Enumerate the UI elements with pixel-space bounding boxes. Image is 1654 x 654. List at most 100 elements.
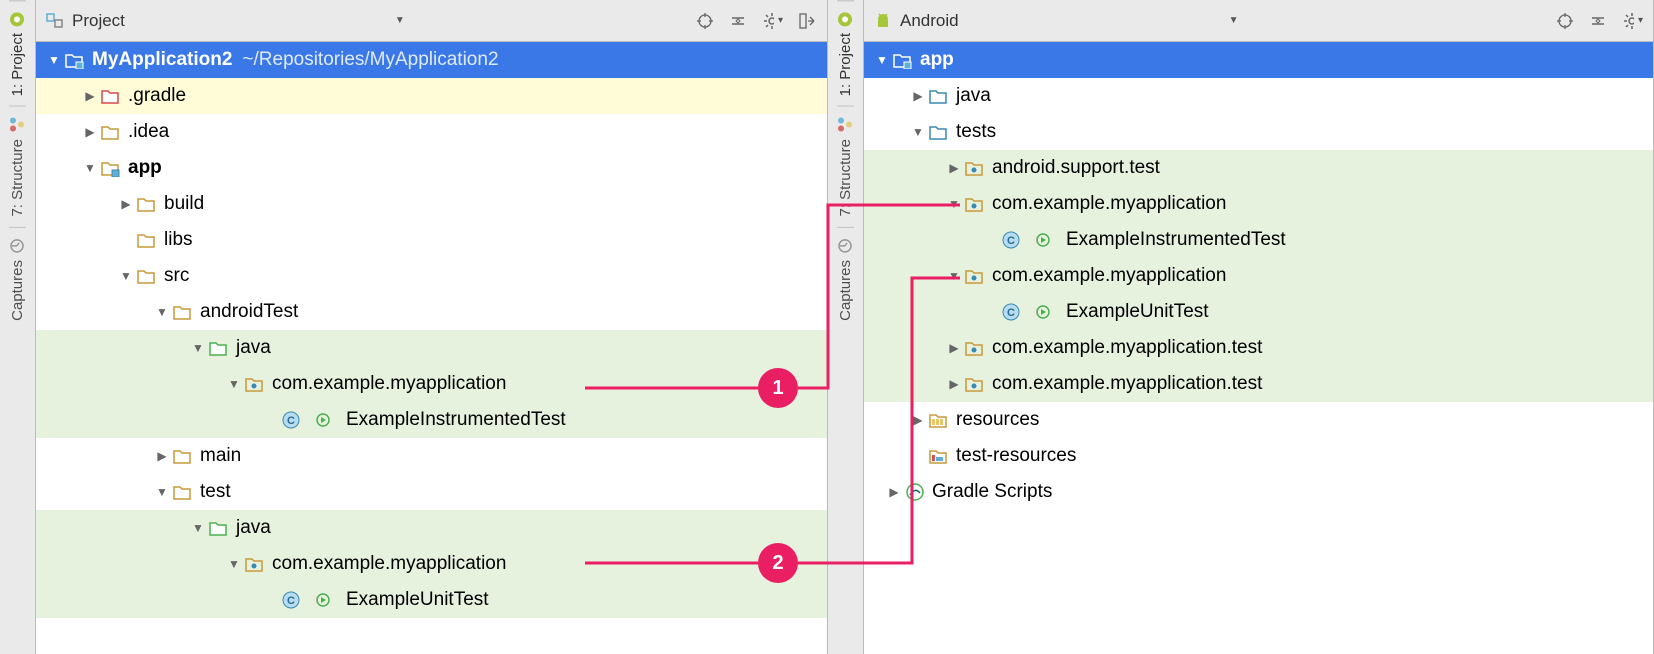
tree-item[interactable]: libs <box>36 222 827 258</box>
project-tree[interactable]: ▼ MyApplication2 ~/Repositories/MyApplic… <box>36 42 827 654</box>
locate-button[interactable] <box>1555 11 1575 31</box>
folder-icon <box>172 481 194 503</box>
tree-root[interactable]: ▼ app <box>864 42 1653 78</box>
header-actions: ▾ <box>1555 11 1643 31</box>
tree-item[interactable]: ▼ java <box>36 510 827 546</box>
sidebar-tab-structure[interactable]: 7: Structure <box>837 106 854 227</box>
view-mode-selector[interactable]: Android ▼ <box>874 11 1239 31</box>
package-icon <box>964 265 986 287</box>
settings-button[interactable]: ▾ <box>1623 11 1643 31</box>
tree-item-package[interactable]: ▼ com.example.myapplication <box>864 186 1653 222</box>
tree-label: resources <box>956 409 1039 432</box>
tree-label: com.example.myapplication <box>992 265 1226 288</box>
class-icon <box>1000 229 1022 251</box>
tree-item-package[interactable]: ▼ com.example.myapplication <box>36 366 827 402</box>
chevron-right-icon[interactable]: ▶ <box>944 341 964 355</box>
spacer-icon <box>260 593 280 607</box>
hide-panel-button[interactable] <box>797 11 817 31</box>
tree-item[interactable]: ▼ androidTest <box>36 294 827 330</box>
chevron-down-icon[interactable]: ▼ <box>188 521 208 535</box>
chevron-down-icon[interactable]: ▼ <box>908 125 928 139</box>
chevron-down-icon[interactable]: ▼ <box>152 485 172 499</box>
tree-item[interactable]: ▼ java <box>36 330 827 366</box>
view-mode-selector[interactable]: Project ▼ <box>46 11 405 31</box>
android-view-panel: 1: Project 7: Structure Captures Android… <box>828 0 1654 654</box>
chevron-down-icon[interactable]: ▼ <box>116 269 136 283</box>
package-icon <box>244 373 266 395</box>
tree-item-class[interactable]: ExampleUnitTest <box>864 294 1653 330</box>
chevron-down-icon: ▼ <box>395 15 405 26</box>
tree-label: libs <box>164 229 193 252</box>
tree-item[interactable]: ▶ main <box>36 438 827 474</box>
tree-label: com.example.myapplication.test <box>992 373 1262 396</box>
sidebar-tab-project[interactable]: 1: Project <box>837 0 854 106</box>
chevron-right-icon[interactable]: ▶ <box>80 125 100 139</box>
chevron-right-icon[interactable]: ▶ <box>908 413 928 427</box>
run-icon <box>312 409 334 431</box>
tree-item-gradle[interactable]: ▶ Gradle Scripts <box>864 474 1653 510</box>
callout-number: 2 <box>772 552 783 575</box>
chevron-right-icon[interactable]: ▶ <box>884 485 904 499</box>
sidebar-tab-captures[interactable]: Captures <box>837 227 854 331</box>
tree-item[interactable]: ▼ test <box>36 474 827 510</box>
chevron-down-icon[interactable]: ▼ <box>44 53 64 67</box>
chevron-down-icon[interactable]: ▼ <box>224 557 244 571</box>
tree-label: src <box>164 265 189 288</box>
chevron-right-icon[interactable]: ▶ <box>908 89 928 103</box>
folder-icon <box>172 445 194 467</box>
tree-item[interactable]: ▼ tests <box>864 114 1653 150</box>
chevron-down-icon[interactable]: ▼ <box>152 305 172 319</box>
tree-item-class[interactable]: ExampleInstrumentedTest <box>36 402 827 438</box>
tree-item-package[interactable]: ▶ com.example.myapplication.test <box>864 330 1653 366</box>
run-icon <box>1032 229 1054 251</box>
chevron-right-icon[interactable]: ▶ <box>80 89 100 103</box>
project-tool-header: Project ▼ ▾ <box>36 0 827 42</box>
chevron-right-icon[interactable]: ▶ <box>944 161 964 175</box>
chevron-right-icon[interactable]: ▶ <box>152 449 172 463</box>
package-icon <box>244 553 266 575</box>
tree-item[interactable]: ▶ resources <box>864 402 1653 438</box>
chevron-down-icon[interactable]: ▼ <box>80 161 100 175</box>
android-tree[interactable]: ▼ app ▶ java ▼ tests ▶ android.support.t… <box>864 42 1653 654</box>
tree-label: java <box>236 517 271 540</box>
sidebar-label: 7: Structure <box>837 139 854 217</box>
tree-item[interactable]: ▼ src <box>36 258 827 294</box>
captures-tab-icon <box>10 238 26 254</box>
tree-item-package[interactable]: ▶ android.support.test <box>864 150 1653 186</box>
locate-button[interactable] <box>695 11 715 31</box>
chevron-down-icon[interactable]: ▼ <box>188 341 208 355</box>
package-icon <box>964 193 986 215</box>
sidebar-label: Captures <box>837 260 854 321</box>
tree-item[interactable]: ▶ build <box>36 186 827 222</box>
tree-item-package[interactable]: ▶ com.example.myapplication.test <box>864 366 1653 402</box>
tree-item-package[interactable]: ▼ com.example.myapplication <box>36 546 827 582</box>
tree-item[interactable]: ▶ .gradle <box>36 78 827 114</box>
collapse-all-button[interactable] <box>1589 11 1609 31</box>
tree-item-class[interactable]: ExampleUnitTest <box>36 582 827 618</box>
tree-label: ExampleInstrumentedTest <box>346 409 566 432</box>
chevron-down-icon[interactable]: ▼ <box>224 377 244 391</box>
project-tab-icon <box>10 11 26 27</box>
tree-item[interactable]: ▶ java <box>864 78 1653 114</box>
settings-button[interactable]: ▾ <box>763 11 783 31</box>
collapse-all-button[interactable] <box>729 11 749 31</box>
sidebar-tab-project[interactable]: 1: Project <box>9 0 26 106</box>
chevron-down-icon[interactable]: ▼ <box>944 197 964 211</box>
tree-label: build <box>164 193 204 216</box>
sidebar-tab-captures[interactable]: Captures <box>9 227 26 331</box>
gradle-icon <box>904 481 926 503</box>
chevron-right-icon[interactable]: ▶ <box>944 377 964 391</box>
tree-root[interactable]: ▼ MyApplication2 ~/Repositories/MyApplic… <box>36 42 827 78</box>
tree-item[interactable]: ▶ .idea <box>36 114 827 150</box>
tree-item-class[interactable]: ExampleInstrumentedTest <box>864 222 1653 258</box>
sidebar-tab-structure[interactable]: 7: Structure <box>9 106 26 227</box>
callout-number: 1 <box>772 377 783 400</box>
chevron-right-icon[interactable]: ▶ <box>116 197 136 211</box>
sidebar-label: 1: Project <box>9 33 26 96</box>
tree-item-package[interactable]: ▼ com.example.myapplication <box>864 258 1653 294</box>
tree-item[interactable]: test-resources <box>864 438 1653 474</box>
chevron-down-icon[interactable]: ▼ <box>872 53 892 67</box>
chevron-down-icon[interactable]: ▼ <box>944 269 964 283</box>
tree-item-app[interactable]: ▼ app <box>36 150 827 186</box>
tree-path: ~/Repositories/MyApplication2 <box>242 49 498 72</box>
